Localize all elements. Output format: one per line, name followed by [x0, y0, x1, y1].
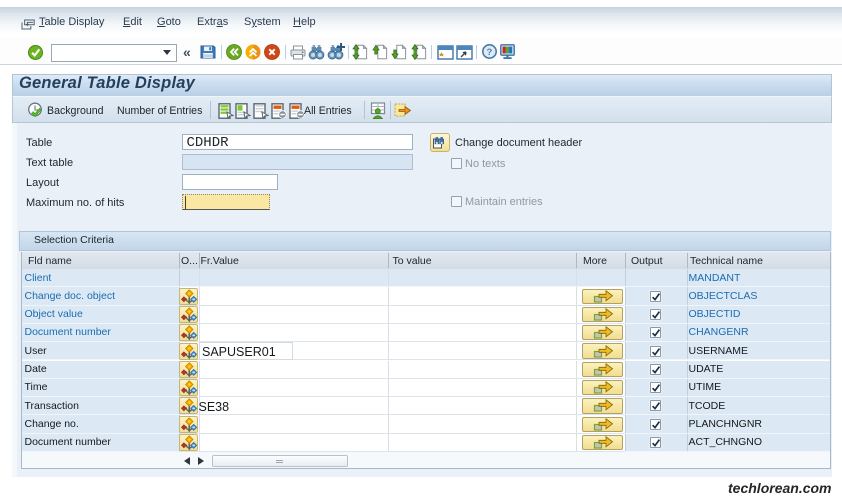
svg-text:?: ?	[486, 47, 492, 58]
